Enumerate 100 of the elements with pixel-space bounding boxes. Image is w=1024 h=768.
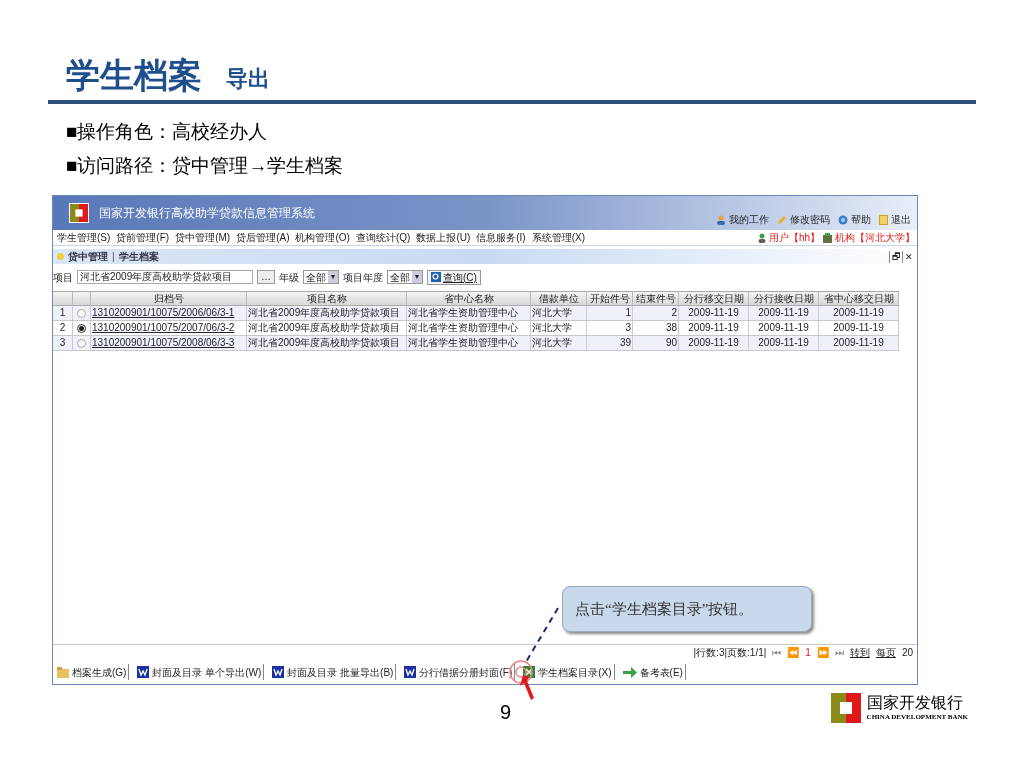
bullet-icon: ■ [66,154,78,178]
table-cell: 河北大学 [531,321,587,335]
table-cell: 河北省学生资助管理中心 [407,306,531,320]
menu-item[interactable]: 贷前管理(F) [116,230,170,245]
browse-button[interactable]: … [257,270,275,284]
first-page-icon[interactable]: ⏮ [772,645,782,660]
toolbar-button[interactable]: 封面及目录 单个导出(W) [135,664,265,680]
person-icon [716,214,726,225]
menu-item[interactable]: 贷后管理(A) [236,230,290,245]
table-cell: 2009-11-19 [679,336,749,350]
bullet-text: 操作角色：高校经办人 [77,120,268,144]
radio-button[interactable] [77,338,86,348]
archive-link[interactable]: 1310200901/10075/2006/06/3-1 [91,306,247,320]
leader-line [524,606,560,664]
menu-item[interactable]: 系统管理(X) [531,230,586,245]
restore-button[interactable]: 🗗 [889,250,902,263]
row-count: |行数:3|页数:1/1| [693,646,767,660]
table-cell: 河北省学生资助管理中心 [407,336,531,350]
menu-item[interactable]: 数据上报(U) [416,230,471,245]
logo-name: 国家开发银行 [866,693,964,712]
table-cell: 河北省2009年度高校助学贷款项目 [247,306,407,320]
radio-button[interactable] [77,323,86,333]
goto-link[interactable]: 转到 [849,645,870,660]
toolbar-button[interactable]: 备考表(E) [620,664,686,680]
column-header: 归档号 [91,292,247,305]
column-header: 借款单位 [531,292,587,305]
column-header: 分行接收日期 [749,292,819,305]
row-number: 2 [53,321,73,335]
page-number: 9 [500,700,512,725]
last-page-icon[interactable]: ⏭ [834,645,844,660]
header-link[interactable]: 我的工作 [716,212,769,227]
current-page[interactable]: 1 [805,645,811,660]
table-cell: 3 [587,321,633,335]
close-button[interactable]: ✕ [902,250,915,263]
slide-subtitle: 导出 [226,68,270,90]
column-header: 分行移交日期 [679,292,749,305]
project-label: 项目 [53,270,73,285]
archive-link[interactable]: 1310200901/10075/2008/06/3-3 [91,336,247,350]
column-header: 省中心移交日期 [819,292,899,305]
door-icon [879,214,888,225]
table-cell: 河北大学 [531,306,587,320]
table-cell: 2009-11-19 [679,306,749,320]
query-button[interactable]: 查询(C) [427,269,481,285]
header-link[interactable]: 退出 [879,212,911,227]
person-icon [757,232,766,243]
folder-icon [57,666,69,678]
search-icon [431,272,441,282]
logo-icon [830,693,861,723]
page-size-value: 20 [901,646,913,660]
table-cell: 河北省2009年度高校助学贷款项目 [247,321,407,335]
column-header: 项目名称 [247,292,407,305]
row-number: 1 [53,306,73,320]
breadcrumb-separator: | [112,250,115,264]
table-cell: 1 [587,306,633,320]
radio-button[interactable] [77,308,86,318]
column-header: 省中心名称 [407,292,531,305]
table-row[interactable]: 3 1310200901/10075/2008/06/3-3 河北省2009年度高校助学贷款项目 河北省学生资助管理中心 河北大学 39 90 2009-11-19 2009-11-19 2009-11-19 [53,336,899,351]
toolbar-button[interactable]: 档案生成(G) [55,664,130,680]
archive-link[interactable]: 1310200901/10075/2007/06/3-2 [91,321,247,335]
help-icon [838,214,848,225]
table-cell: 2 [633,306,679,320]
table-cell: 38 [633,321,679,335]
document-icon [404,666,417,678]
table-row[interactable]: 1 1310200901/10075/2006/06/3-1 河北省2009年度高校助学贷款项目 河北省学生资助管理中心 河北大学 1 2 2009-11-19 2009-11-19 2009-11-19 [53,306,899,321]
row-number: 3 [53,336,73,350]
table-cell: 2009-11-19 [819,336,899,350]
table-cell: 2009-11-19 [819,306,899,320]
document-icon [272,666,285,678]
table-cell: 2009-11-19 [679,321,749,335]
column-header: 结束件号 [633,292,679,305]
dot-icon [57,253,64,260]
header-link[interactable]: 帮助 [838,212,871,227]
table-row[interactable]: 2 1310200901/10075/2007/06/3-2 河北省2009年度高校助学贷款项目 河北省学生资助管理中心 河北大学 3 38 2009-11-19 2009-11-19 2009-11-19 [53,321,899,336]
bullet-icon: ■ [66,120,78,144]
grade-label: 年级 [279,270,299,285]
toolbar-button[interactable]: 封面及目录 批量导出(B) [270,664,397,680]
table-cell: 2009-11-19 [749,321,819,335]
table-cell: 2009-11-19 [749,336,819,350]
logo-icon [70,204,88,222]
document-icon [137,666,150,678]
year-label: 项目年度 [343,270,383,285]
column-header: 开始件号 [587,292,633,305]
organization-label: 机构【河北大学】 [835,231,915,245]
menu-item[interactable]: 贷中管理(M) [175,230,231,245]
menu-item[interactable]: 学生管理(S) [57,230,111,245]
table-cell: 2009-11-19 [819,321,899,335]
app-title: 国家开发银行高校助学贷款信息管理系统 [99,205,315,222]
page-size-link[interactable]: 每页 [875,645,896,660]
slide-title: 学生档案 [66,58,202,92]
table-cell: 河北省2009年度高校助学贷款项目 [247,336,407,350]
breadcrumb-item[interactable]: 学生档案 [118,249,159,264]
menu-item[interactable]: 信息服务(I) [476,230,526,245]
project-field[interactable]: 河北省2009年度高校助学贷款项目 [77,270,253,284]
menu-item[interactable]: 机构管理(O) [295,230,350,245]
bullet-text: 访问路径：贷中管理→学生档案 [77,154,344,178]
breadcrumb-item[interactable]: 贷中管理 [68,249,108,264]
header-link[interactable]: 修改密码 [777,212,830,227]
arrow-icon [622,666,637,678]
callout: 点击“学生档案目录”按钮。 [562,586,812,632]
menu-item[interactable]: 查询统计(Q) [355,230,411,245]
